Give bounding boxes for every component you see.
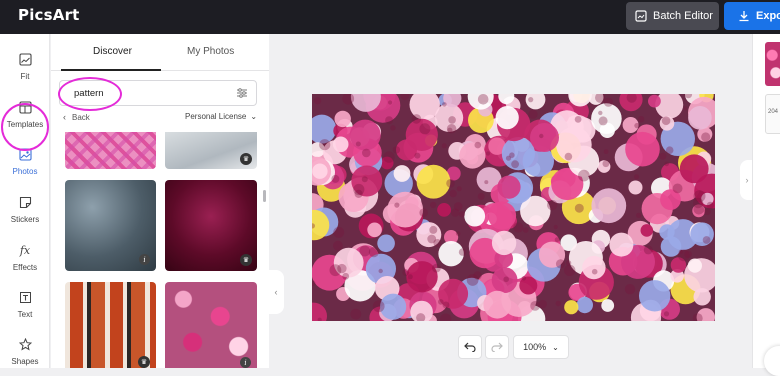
nav-item-effects[interactable]: fx Effects (0, 237, 50, 277)
nav-item-text[interactable]: Text (0, 284, 50, 324)
info-icon[interactable]: i (139, 254, 150, 265)
zoom-value: 100% (523, 342, 547, 352)
canvas-image[interactable] (312, 94, 715, 321)
chevron-down-icon: ⌄ (250, 112, 258, 121)
photos-panel: Discover My Photos pattern ‹ Back Person… (51, 34, 269, 368)
back-link[interactable]: ‹ Back (63, 112, 90, 122)
crown-icon: ♛ (240, 153, 252, 165)
photo-thumbnail[interactable] (65, 132, 156, 169)
picsart-logo[interactable]: PicsArt (18, 6, 80, 24)
info-icon[interactable]: i (240, 357, 251, 368)
export-label: Expo (756, 10, 780, 22)
layer-card-label: 204 (768, 109, 779, 115)
license-dropdown[interactable]: Personal License ⌄ (185, 112, 257, 121)
chevron-down-icon: ⌄ (552, 342, 559, 352)
photo-thumbnail[interactable]: i (65, 180, 156, 271)
nav-label-fit: Fit (20, 71, 30, 81)
undo-icon (464, 342, 476, 352)
photo-thumbnail[interactable]: ♛ (165, 132, 257, 169)
batch-editor-icon (635, 10, 647, 22)
top-bar: PicsArt Batch Editor Expo (0, 0, 780, 34)
tab-my-photos[interactable]: My Photos (187, 46, 234, 57)
search-highlight-circle (58, 77, 122, 111)
batch-editor-button[interactable]: Batch Editor (626, 2, 719, 30)
crown-icon: ♛ (138, 356, 150, 368)
panel-tabs: Discover My Photos (51, 34, 269, 71)
redo-button[interactable] (485, 335, 509, 359)
tab-discover[interactable]: Discover (93, 46, 132, 57)
nav-label-effects: Effects (12, 262, 38, 272)
left-nav: Fit Templates Photos Stickers fx Effects… (0, 34, 50, 368)
crown-icon: ♛ (240, 254, 252, 266)
photo-thumbnail[interactable]: ♛ (65, 282, 156, 368)
undo-button[interactable] (458, 335, 482, 359)
active-tab-indicator (61, 69, 161, 71)
right-panel: 204 (752, 34, 780, 368)
photo-thumbnail[interactable]: i (165, 282, 257, 368)
nav-item-shapes[interactable]: Shapes (0, 331, 50, 371)
fx-icon: fx (19, 244, 31, 257)
license-label: Personal License (185, 112, 247, 121)
stickers-icon (17, 195, 33, 211)
filter-icon[interactable] (236, 87, 248, 99)
nav-label-photos: Photos (12, 166, 38, 176)
collapse-panel-button[interactable]: ‹ (268, 270, 284, 314)
export-button[interactable]: Expo (724, 2, 780, 30)
download-icon (739, 11, 749, 22)
zoom-dropdown[interactable]: 100% ⌄ (513, 335, 569, 359)
nav-item-fit[interactable]: Fit (0, 46, 50, 86)
chevron-left-icon: ‹ (274, 287, 278, 297)
text-icon (17, 290, 33, 306)
chevron-left-icon: ‹ (63, 112, 66, 122)
redo-icon (491, 342, 503, 352)
nav-label-text: Text (17, 309, 33, 319)
panel-scrollbar[interactable] (263, 190, 266, 202)
flower-photo (312, 94, 715, 321)
back-label: Back (72, 112, 90, 122)
nav-label-shapes: Shapes (11, 356, 39, 366)
batch-editor-label: Batch Editor (653, 10, 713, 22)
layer-card[interactable]: 204 (765, 94, 780, 134)
layer-thumbnail[interactable] (765, 42, 780, 86)
photos-highlight-circle (1, 103, 49, 151)
star-icon (17, 337, 33, 353)
chevron-right-icon: › (745, 175, 749, 185)
nav-label-stickers: Stickers (10, 214, 40, 224)
photo-thumbnail[interactable]: ♛ (165, 180, 257, 271)
image-fit-icon (17, 52, 33, 68)
nav-item-stickers[interactable]: Stickers (0, 189, 50, 229)
